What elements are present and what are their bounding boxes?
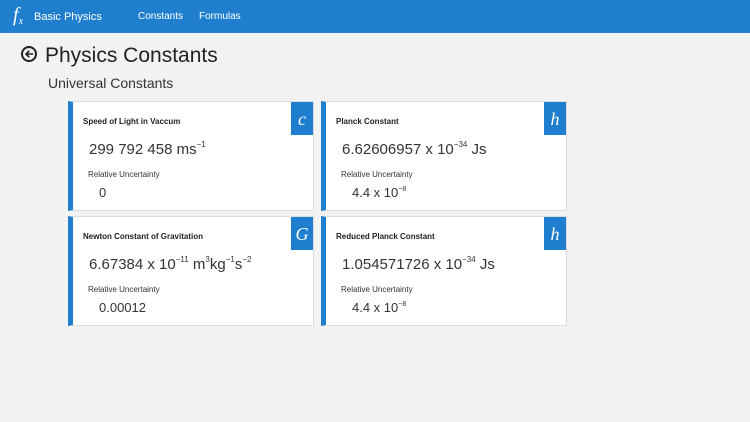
constant-symbol: h [544, 102, 566, 135]
uncertainty-label: Relative Uncertainty [88, 285, 160, 294]
constant-value: 6.67384 x 10−11 m3kg−1s−2 [89, 255, 252, 273]
app-title-bar: fx Basic Physics Constants Formulas [0, 0, 750, 33]
uncertainty-value: 0.00012 [99, 300, 146, 315]
constant-symbol: G [291, 217, 313, 250]
constant-value: 1.054571726 x 10−34 Js [342, 255, 495, 273]
uncertainty-value: 0 [99, 185, 107, 200]
constant-card-speed-of-light[interactable]: c Speed of Light in Vaccum 299 792 458 m… [68, 101, 314, 211]
app-title: Basic Physics [34, 11, 102, 23]
constant-value: 299 792 458 ms−1 [89, 140, 206, 158]
page-title: Physics Constants [45, 44, 218, 67]
uncertainty-value: 4.4 x 10−8 [352, 185, 407, 200]
constant-card-planck[interactable]: h Planck Constant 6.62606957 x 10−34 Js … [321, 101, 567, 211]
fx-logo-icon: fx [13, 4, 24, 27]
uncertainty-label: Relative Uncertainty [88, 170, 160, 179]
constant-card-reduced-planck[interactable]: h Reduced Planck Constant 1.054571726 x … [321, 216, 567, 326]
constant-symbol: h [544, 217, 566, 250]
constant-name: Reduced Planck Constant [336, 232, 435, 241]
constant-name: Planck Constant [336, 117, 399, 126]
uncertainty-label: Relative Uncertainty [341, 170, 413, 179]
constant-name: Speed of Light in Vaccum [83, 117, 181, 126]
back-arrow-icon [25, 50, 34, 58]
nav-constants[interactable]: Constants [138, 10, 183, 24]
constant-name: Newton Constant of Gravitation [83, 232, 203, 241]
nav-formulas[interactable]: Formulas [199, 10, 241, 24]
uncertainty-label: Relative Uncertainty [341, 285, 413, 294]
constant-value: 6.62606957 x 10−34 Js [342, 140, 487, 158]
back-button[interactable] [21, 46, 37, 62]
uncertainty-value: 4.4 x 10−8 [352, 300, 407, 315]
constant-card-gravitation[interactable]: G Newton Constant of Gravitation 6.67384… [68, 216, 314, 326]
constant-symbol: c [291, 102, 313, 135]
section-title: Universal Constants [48, 75, 174, 91]
